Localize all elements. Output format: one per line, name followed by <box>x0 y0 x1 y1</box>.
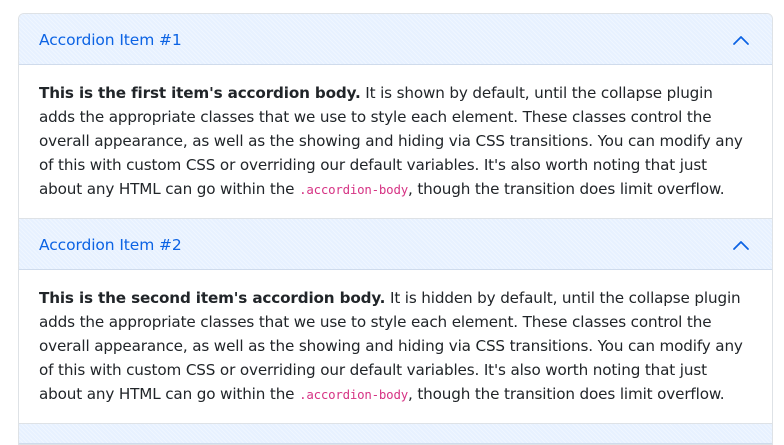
accordion-item-2-title: Accordion Item #2 <box>39 235 182 254</box>
accordion-item-1-title: Accordion Item #1 <box>39 30 182 49</box>
chevron-up-icon[interactable] <box>731 30 751 50</box>
accordion-item-2-body-code: .accordion-body <box>299 387 408 402</box>
accordion-item-1-body: This is the first item's accordion body.… <box>19 65 772 218</box>
accordion-item-2-header[interactable]: Accordion Item #2 <box>19 219 772 270</box>
chevron-up-icon[interactable] <box>731 235 751 255</box>
accordion-item-2-body: This is the second item's accordion body… <box>19 270 772 423</box>
accordion-item-3 <box>19 423 772 444</box>
accordion: Accordion Item #1 This is the first item… <box>18 13 773 445</box>
accordion-item-1-body-lead: This is the first item's accordion body. <box>39 84 361 102</box>
accordion-item-3-header[interactable] <box>19 424 772 444</box>
accordion-item-2-body-lead: This is the second item's accordion body… <box>39 289 386 307</box>
accordion-item-1-body-tail: , though the transition does limit overf… <box>407 180 725 198</box>
accordion-item-2-body-tail: , though the transition does limit overf… <box>407 385 725 403</box>
accordion-item-1-header[interactable]: Accordion Item #1 <box>19 14 772 65</box>
accordion-item-1-body-code: .accordion-body <box>299 182 408 197</box>
accordion-item-2: Accordion Item #2 This is the second ite… <box>19 218 772 423</box>
accordion-item-1: Accordion Item #1 This is the first item… <box>19 14 772 218</box>
